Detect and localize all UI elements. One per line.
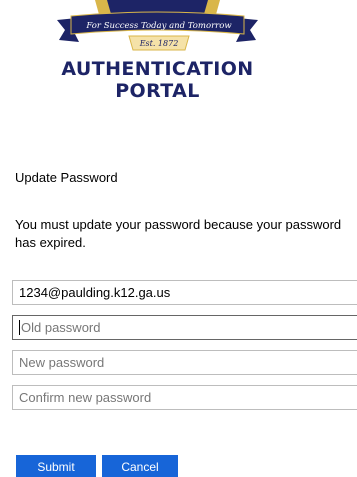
portal-logo: For Success Today and Tomorrow Est. 1872… (55, 0, 260, 105)
logo-ribbon-text: For Success Today and Tomorrow (86, 21, 232, 31)
cancel-button[interactable]: Cancel (102, 455, 178, 477)
logo-est-text: Est. 1872 (139, 39, 179, 48)
confirm-password-field[interactable]: Confirm new password (12, 385, 357, 410)
logo-title-line1: AUTHENTICATION (61, 58, 254, 80)
expiry-message-line2: has expired. (15, 235, 86, 250)
text-caret (19, 320, 20, 336)
old-password-field[interactable]: Old password (12, 315, 357, 340)
new-password-placeholder: New password (19, 355, 105, 370)
new-password-field[interactable]: New password (12, 350, 357, 375)
form-heading: Update Password (15, 170, 118, 185)
expiry-message: You must update your password because yo… (15, 216, 357, 252)
old-password-placeholder: Old password (21, 320, 101, 335)
confirm-password-placeholder: Confirm new password (19, 390, 152, 405)
auth-page: For Success Today and Tomorrow Est. 1872… (0, 0, 357, 477)
username-field[interactable]: 1234@paulding.k12.ga.us (12, 280, 357, 305)
expiry-message-line1: You must update your password because yo… (15, 217, 342, 232)
username-value: 1234@paulding.k12.ga.us (19, 285, 171, 300)
logo-title-line2: PORTAL (115, 80, 200, 102)
submit-button[interactable]: Submit (16, 455, 96, 477)
